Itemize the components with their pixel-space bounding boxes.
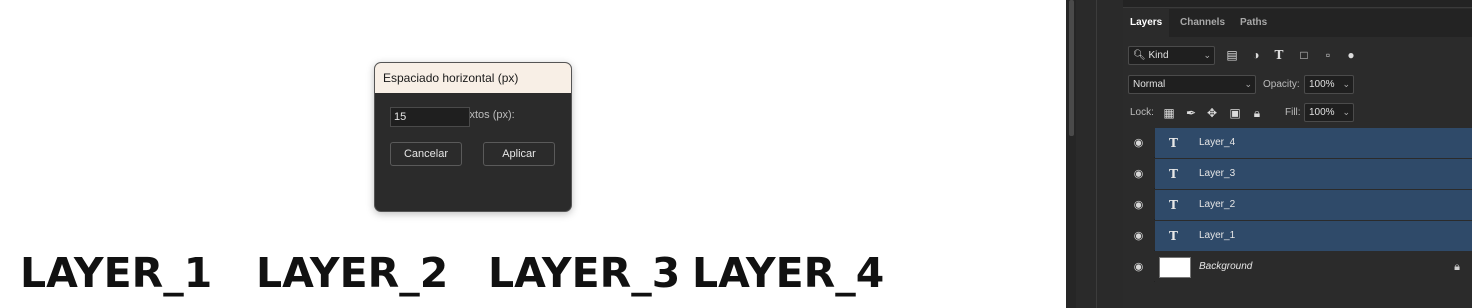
panel-dock-strip <box>1076 0 1123 308</box>
text-layer-icon: T <box>1169 198 1178 212</box>
canvas-text-layer-1[interactable]: LAYER_1 <box>20 250 212 296</box>
canvas-text-layer-3[interactable]: LAYER_3 <box>488 250 680 296</box>
layer-thumbnail <box>1159 257 1191 278</box>
text-layer-icon: T <box>1169 136 1178 150</box>
eye-icon[interactable]: ◉ <box>1123 252 1154 282</box>
opacity-label: Opacity: <box>1263 79 1300 90</box>
blend-mode-select[interactable]: Normal ⌄ <box>1128 75 1256 94</box>
chevron-down-icon: ⌄ <box>1342 79 1350 89</box>
type-layer-filter-icon[interactable]: T <box>1271 46 1287 64</box>
chevron-down-icon: ⌄ <box>1342 107 1350 117</box>
tab-channels[interactable]: Channels <box>1180 9 1225 37</box>
tab-layers[interactable]: Layers <box>1123 9 1170 37</box>
lock-artboard-icon[interactable]: ▣ <box>1227 104 1243 122</box>
layer-content[interactable]: T Layer_3 <box>1155 159 1472 189</box>
spacing-input[interactable] <box>390 107 470 127</box>
apply-button[interactable]: Aplicar <box>483 142 555 166</box>
chevron-down-icon: ⌄ <box>1203 50 1211 60</box>
layer-row-layer-1[interactable]: ◉ T Layer_1 <box>1123 221 1472 251</box>
layer-row-layer-4[interactable]: ◉ T Layer_4 <box>1123 128 1472 158</box>
filter-kind-label: Kind <box>1148 50 1169 61</box>
pixel-layer-filter-icon[interactable]: ▤ <box>1224 46 1240 64</box>
tab-paths[interactable]: Paths <box>1240 9 1267 37</box>
scrollbar-thumb[interactable] <box>1069 0 1074 136</box>
lock-position-icon[interactable]: ✥ <box>1204 104 1220 122</box>
adjustment-layer-filter-icon[interactable]: ◑ <box>1248 46 1264 64</box>
text-layer-icon: T <box>1169 167 1178 181</box>
panel-header-strip <box>1123 0 1472 8</box>
dock-divider <box>1096 0 1097 308</box>
layer-content[interactable]: T Layer_1 <box>1155 221 1472 251</box>
layers-panel: Layers Channels Paths 🔍︎ Kind ⌄ ▤ ◑ T □ … <box>1123 0 1472 308</box>
filter-toggle-icon[interactable]: ● <box>1343 46 1359 64</box>
filter-kind-select[interactable]: 🔍︎ Kind ⌄ <box>1128 46 1215 65</box>
panel-tabs: Layers Channels Paths <box>1123 9 1472 37</box>
fill-field[interactable]: 100% ⌄ <box>1304 103 1354 122</box>
fill-value: 100% <box>1309 107 1335 118</box>
shape-layer-filter-icon[interactable]: □ <box>1296 46 1312 64</box>
layer-name[interactable]: Layer_3 <box>1199 159 1235 189</box>
layer-row-background[interactable]: ◉ Background 🔒︎ <box>1123 252 1472 282</box>
layer-name[interactable]: Layer_4 <box>1199 128 1235 158</box>
canvas-text-layer-2[interactable]: LAYER_2 <box>256 250 448 296</box>
blend-row: Normal ⌄ Opacity: 100% ⌄ <box>1123 75 1472 99</box>
canvas-scrollbar[interactable] <box>1066 0 1076 308</box>
spacing-dialog: Espaciado horizontal (px) Espacio entre … <box>374 62 572 212</box>
layer-content[interactable]: Background 🔒︎ <box>1155 252 1472 282</box>
lock-label: Lock: <box>1130 107 1154 118</box>
lock-all-icon[interactable]: 🔒︎ <box>1249 104 1265 122</box>
canvas-text-layer-4[interactable]: LAYER_4 <box>692 250 884 296</box>
lock-image-pixels-icon[interactable]: ✒ <box>1183 104 1199 122</box>
opacity-field[interactable]: 100% ⌄ <box>1304 75 1354 94</box>
dialog-title[interactable]: Espaciado horizontal (px) <box>375 63 571 93</box>
smart-object-filter-icon[interactable]: ▫ <box>1320 46 1336 64</box>
layer-content[interactable]: T Layer_4 <box>1155 128 1472 158</box>
opacity-value: 100% <box>1309 79 1335 90</box>
chevron-down-icon: ⌄ <box>1244 79 1252 89</box>
eye-icon[interactable]: ◉ <box>1123 128 1154 158</box>
eye-icon[interactable]: ◉ <box>1123 221 1154 251</box>
lock-icon[interactable]: 🔒︎ <box>1454 252 1460 282</box>
eye-icon[interactable]: ◉ <box>1123 159 1154 189</box>
search-icon: 🔍︎ <box>1133 50 1146 61</box>
layer-name[interactable]: Layer_2 <box>1199 190 1235 220</box>
layer-row-layer-2[interactable]: ◉ T Layer_2 <box>1123 190 1472 220</box>
layer-content[interactable]: T Layer_2 <box>1155 190 1472 220</box>
fill-label: Fill: <box>1285 107 1301 118</box>
lock-transparent-pixels-icon[interactable]: ▦ <box>1161 104 1177 122</box>
filter-row: 🔍︎ Kind ⌄ ▤ ◑ T □ ▫ ● <box>1123 46 1472 70</box>
cancel-button[interactable]: Cancelar <box>390 142 462 166</box>
blend-mode-value: Normal <box>1133 79 1166 90</box>
lock-row: Lock: ▦ ✒ ✥ ▣ 🔒︎ Fill: 100% ⌄ <box>1123 103 1472 127</box>
layer-name[interactable]: Layer_1 <box>1199 221 1235 251</box>
text-layer-icon: T <box>1169 229 1178 243</box>
eye-icon[interactable]: ◉ <box>1123 190 1154 220</box>
layer-name[interactable]: Background <box>1199 252 1252 282</box>
layer-row-layer-3[interactable]: ◉ T Layer_3 <box>1123 159 1472 189</box>
